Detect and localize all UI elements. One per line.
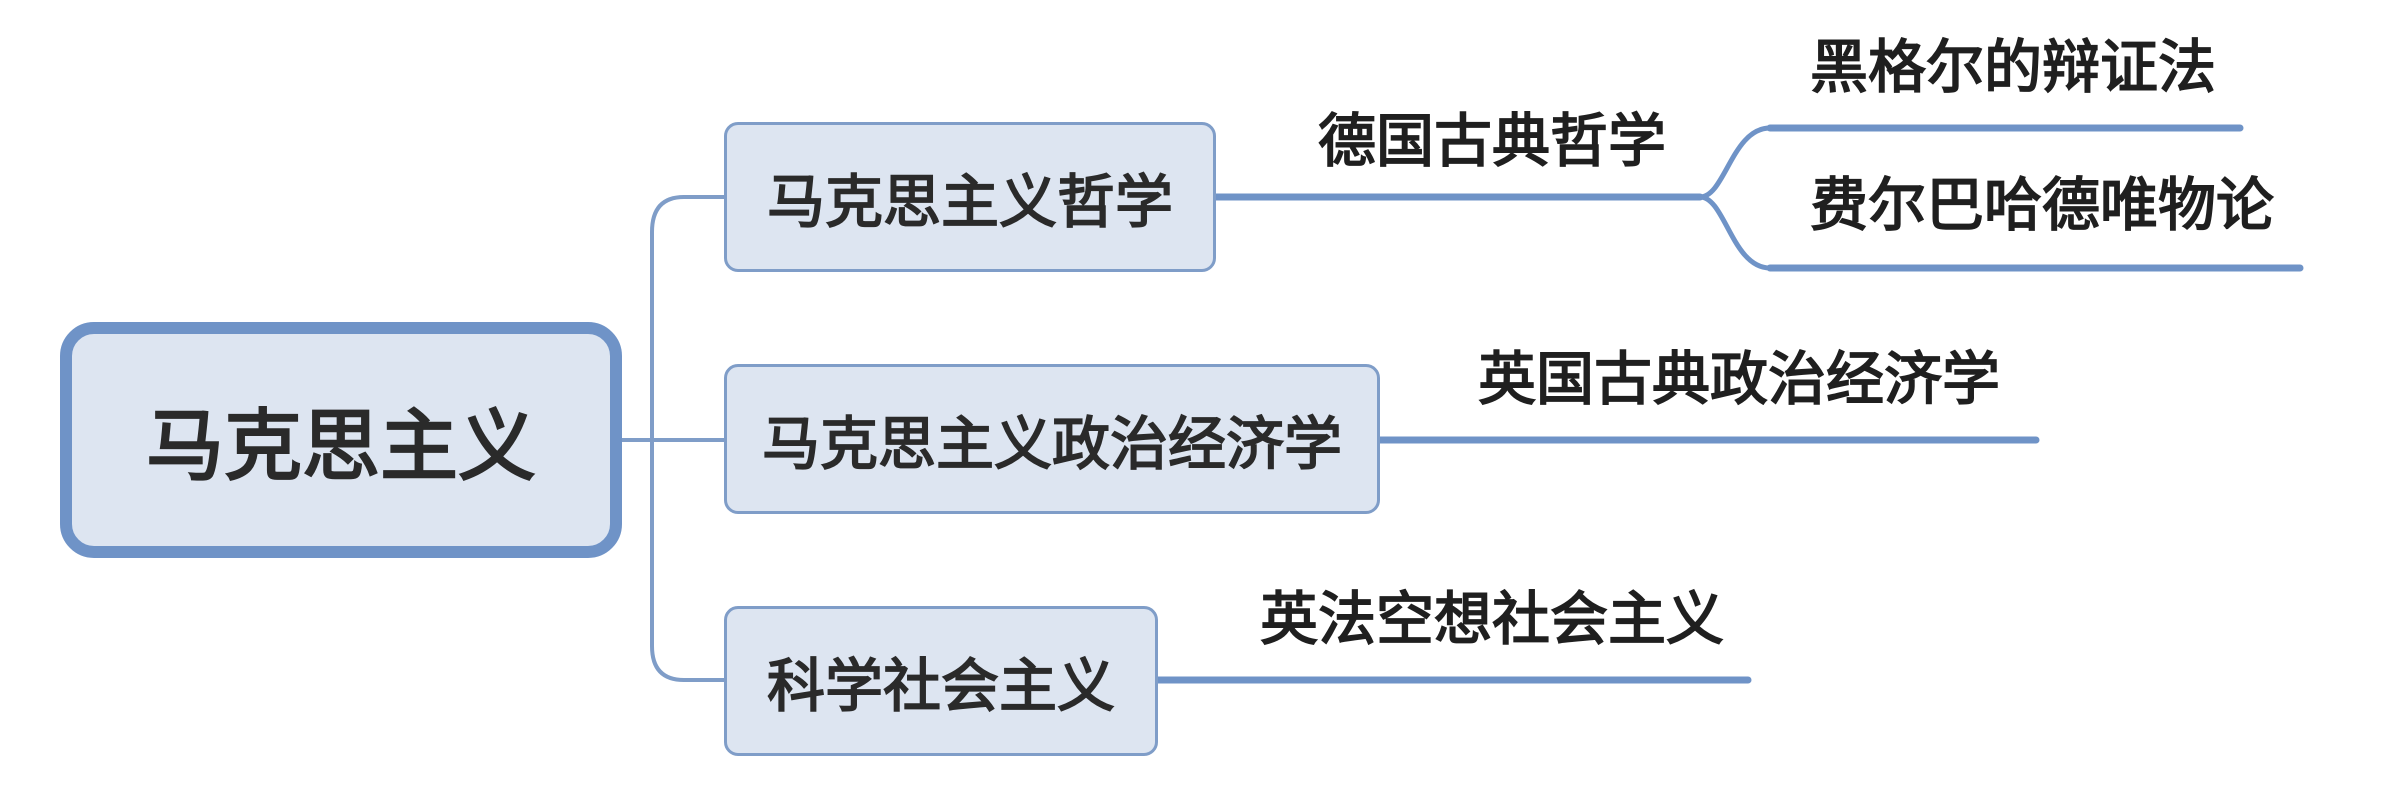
- leaf-fork-lower: [1697, 194, 1773, 271]
- mind-map: 马克思主义 马克思主义哲学 马克思主义政治经济学 科学社会主义 德国古典哲学 黑…: [0, 0, 2394, 790]
- branch-node-philosophy: 马克思主义哲学: [724, 122, 1216, 272]
- leaf-hegel-dialectics: 黑格尔的辩证法: [1810, 33, 2217, 101]
- branch-node-economics: 马克思主义政治经济学: [724, 364, 1380, 514]
- root-node: 马克思主义: [60, 322, 622, 558]
- leaf-feuerbach-materialism: 费尔巴哈德唯物论: [1810, 171, 2275, 239]
- branch-node-socialism: 科学社会主义: [724, 606, 1158, 756]
- leaf-utopian-socialism: 英法空想社会主义: [1260, 585, 1725, 653]
- leaf-english-classical-economics: 英国古典政治经济学: [1478, 345, 2001, 413]
- leaf-fork-upper: [1697, 125, 1773, 200]
- leaf-german-classical-philosophy: 德国古典哲学: [1318, 107, 1667, 175]
